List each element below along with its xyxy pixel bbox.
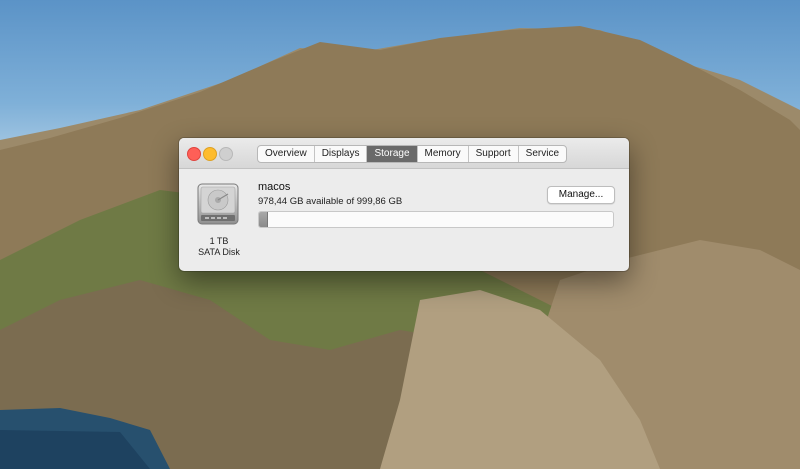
tab-storage[interactable]: Storage: [367, 146, 418, 162]
title-bar: Overview Displays Storage Memory Support…: [179, 138, 629, 169]
tab-displays[interactable]: Displays: [315, 146, 368, 162]
segmented-tab-control: Overview Displays Storage Memory Support…: [257, 145, 568, 163]
tab-support[interactable]: Support: [469, 146, 519, 162]
close-button[interactable]: [187, 147, 201, 161]
tab-service[interactable]: Service: [519, 146, 566, 162]
hard-drive-icon: [197, 182, 239, 226]
disk-size-label: 1 TB: [209, 236, 229, 246]
volume-name: macos: [258, 181, 291, 193]
manage-button[interactable]: Manage...: [547, 186, 615, 204]
zoom-button: [219, 147, 233, 161]
minimize-button[interactable]: [203, 147, 217, 161]
tab-overview[interactable]: Overview: [258, 146, 315, 162]
about-this-mac-window: Overview Displays Storage Memory Support…: [179, 138, 629, 271]
tab-memory[interactable]: Memory: [418, 146, 469, 162]
disk-type-label: SATA Disk: [198, 247, 240, 257]
storage-availability: 978,44 GB available of 999,86 GB: [258, 196, 403, 207]
storage-usage-bar: [258, 211, 614, 228]
storage-used-segment: [259, 212, 268, 227]
